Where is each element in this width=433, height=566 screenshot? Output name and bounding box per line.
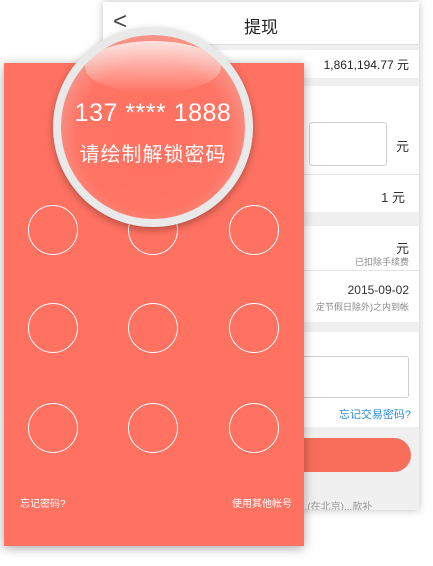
gesture-dot-8[interactable]: [128, 403, 178, 453]
fee-value: 1 元: [381, 190, 405, 205]
magnifier-bubble: 137 **** 1888 请绘制解锁密码: [61, 35, 245, 219]
arrival-date-note: 定节假日除外)之内到帐: [316, 302, 409, 312]
masked-phone-number: 137 **** 1888: [74, 99, 232, 127]
gesture-dot-9[interactable]: [229, 403, 279, 453]
gesture-dot-5[interactable]: [128, 303, 178, 353]
balance-value: 1,861,194.77 元: [323, 58, 409, 72]
gesture-dot-6[interactable]: [229, 303, 279, 353]
arrive-note: 已扣除手续费: [354, 257, 409, 267]
gesture-prompt: 请绘制解锁密码: [79, 144, 227, 166]
gesture-dot-7[interactable]: [28, 403, 78, 453]
magnifier-shine: [85, 41, 221, 93]
forgot-password-link[interactable]: 忘记密码?: [20, 495, 66, 510]
amount-input[interactable]: [309, 122, 387, 166]
amount-unit: 元: [395, 139, 409, 154]
forgot-trade-password-link[interactable]: 忘记交易密码?: [339, 406, 411, 422]
arrival-date: 2015-09-02: [347, 283, 409, 297]
gesture-dot-1[interactable]: [28, 205, 78, 255]
trade-password-input[interactable]: [299, 356, 409, 398]
gesture-dot-4[interactable]: [28, 303, 78, 353]
use-other-account-link[interactable]: 使用其他帐号: [232, 495, 292, 510]
gesture-dot-3[interactable]: [229, 205, 279, 255]
confirm-withdraw-button[interactable]: [289, 438, 411, 472]
bottom-note: ...(在北京)...款补: [299, 502, 373, 510]
